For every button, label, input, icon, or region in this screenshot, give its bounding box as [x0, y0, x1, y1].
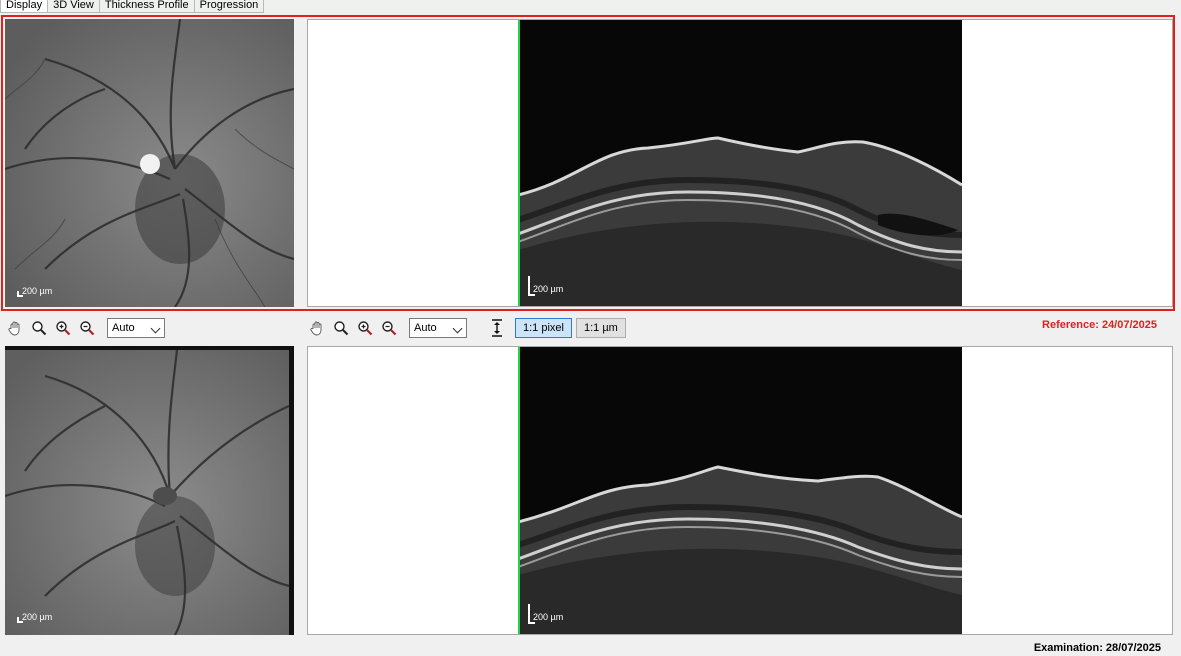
fundus-zoom-value: Auto	[112, 322, 135, 334]
reference-bscan-scale: 200 µm	[528, 276, 568, 296]
chevron-down-icon	[150, 323, 161, 334]
bscan-zoom-select[interactable]: Auto	[409, 318, 467, 338]
reference-bscan-graphic	[518, 20, 962, 306]
hand-icon[interactable]	[5, 318, 25, 338]
reference-fundus-graphic	[5, 19, 294, 307]
magnifier-icon[interactable]	[29, 318, 49, 338]
chevron-down-icon	[452, 323, 463, 334]
tab-3d-view[interactable]: 3D View	[47, 0, 100, 13]
examination-bscan-graphic	[518, 347, 962, 634]
zoom-in-icon[interactable]	[53, 318, 73, 338]
examination-bscan-viewer[interactable]: 200 µm	[307, 346, 1173, 635]
bscan-toolbar: Auto 1:1 pixel 1:1 µm	[307, 316, 626, 340]
zoom-out-icon[interactable]	[77, 318, 97, 338]
examination-bscan-image: 200 µm	[518, 347, 962, 634]
examination-fundus-image[interactable]: 200 µm	[5, 346, 294, 635]
fit-height-icon[interactable]	[487, 318, 507, 338]
fundus-toolbar: Auto	[5, 316, 165, 340]
magnifier-icon[interactable]	[331, 318, 351, 338]
reference-bscan-image: 200 µm	[518, 20, 962, 306]
examination-date-label: Examination: 28/07/2025	[1033, 642, 1161, 654]
zoom-out-icon[interactable]	[379, 318, 399, 338]
tab-progression[interactable]: Progression	[193, 0, 265, 13]
examination-fundus-graphic	[5, 349, 290, 635]
one-to-one-micron-button[interactable]: 1:1 µm	[575, 318, 626, 338]
reference-bscan-viewer[interactable]: 200 µm	[307, 19, 1173, 307]
reference-scan-position-line[interactable]	[518, 20, 520, 306]
hand-icon[interactable]	[307, 318, 327, 338]
zoom-in-icon[interactable]	[355, 318, 375, 338]
reference-fundus-image[interactable]: 200 µm	[5, 19, 294, 307]
examination-scan-position-line[interactable]	[518, 347, 520, 634]
tab-thickness-profile[interactable]: Thickness Profile	[98, 0, 195, 13]
examination-bscan-scale: 200 µm	[528, 604, 568, 624]
one-to-one-pixel-button[interactable]: 1:1 pixel	[515, 318, 572, 338]
fundus-zoom-select[interactable]: Auto	[107, 318, 165, 338]
reference-date-label: Reference: 24/07/2025	[1042, 319, 1157, 331]
tab-bar: Display 3D View Thickness Profile Progre…	[0, 0, 265, 13]
bscan-zoom-value: Auto	[414, 322, 437, 334]
tab-display[interactable]: Display	[0, 0, 49, 13]
